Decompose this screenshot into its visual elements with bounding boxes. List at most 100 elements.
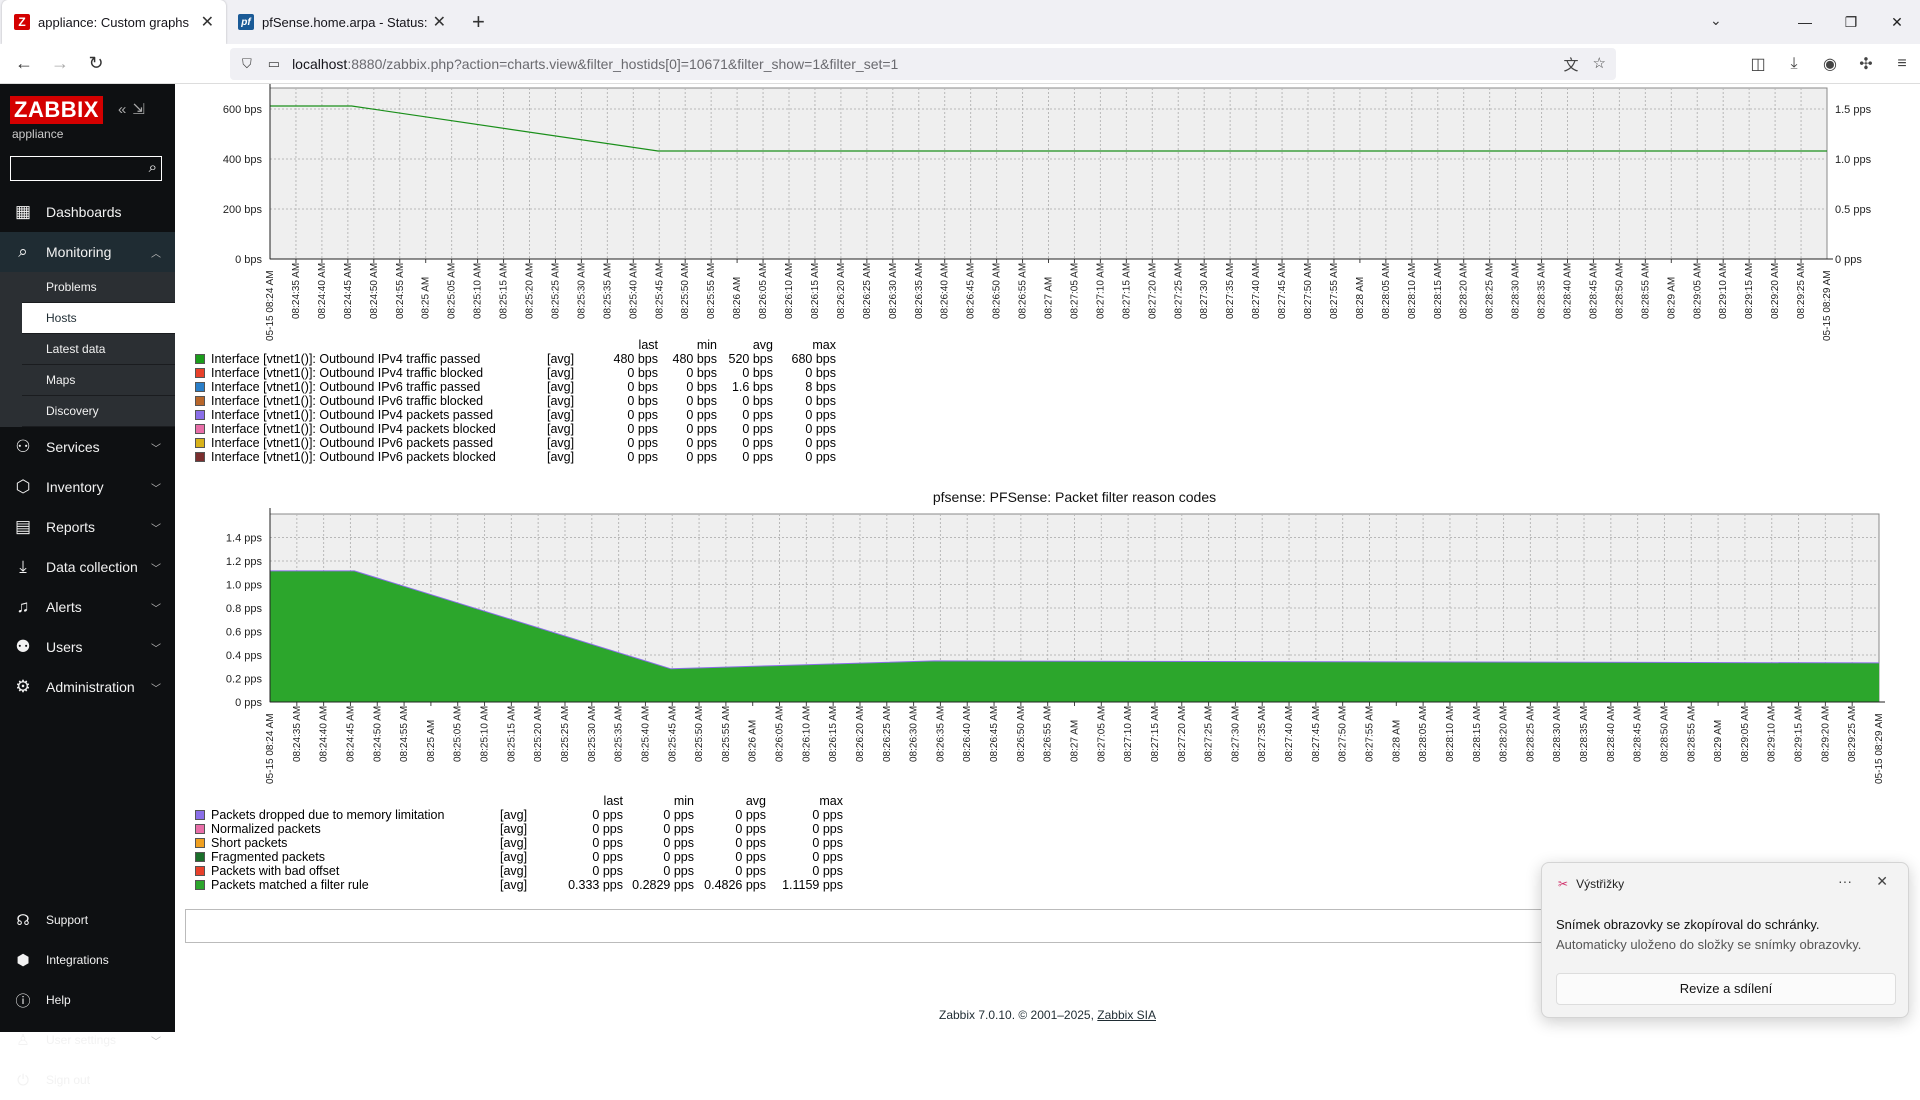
x-tick-label: 08:25:55 AM — [721, 706, 732, 762]
chevron-down-icon: ﹀ — [151, 603, 161, 615]
menu-icon[interactable]: ≡ — [1884, 55, 1920, 73]
x-tick-label: 08:27:40 AM — [1284, 706, 1295, 762]
y-tick-label: 0.2 pps — [226, 674, 263, 686]
legend-value-max: 0 bps — [805, 366, 836, 380]
menu-monitoring[interactable]: ⌕ Monitoring ︿ — [0, 232, 175, 272]
inventory-icon: ⬡ — [15, 477, 31, 496]
x-tick-label: 08:28:50 AM — [1659, 706, 1670, 762]
chevron-down-icon: ﹀ — [151, 523, 161, 535]
x-tick-label: 08:27:15 AM — [1150, 706, 1161, 762]
x-tick-label: 08:29 AM — [1666, 277, 1677, 319]
close-toast-icon[interactable]: ✕ — [1876, 873, 1888, 890]
extensions-icon[interactable]: ✣ — [1848, 54, 1884, 74]
legend-value-max: 0 pps — [812, 822, 843, 836]
x-tick-label: 08:26:05 AM — [758, 263, 769, 319]
support-icon: ☊ — [16, 912, 30, 929]
menu-administration[interactable]: ⚙ Administration ﹀ — [0, 667, 175, 707]
restore-icon[interactable]: ❐ — [1828, 14, 1874, 31]
plot-area: 08:24:35 AM 08:24:40 AM 08:24:45 AM 08:24:5… — [223, 84, 1872, 341]
instance-name: appliance — [12, 127, 64, 141]
browser-tab-pfsense[interactable]: pf pfSense.home.arpa - Status: Da ✕ — [226, 0, 458, 44]
menu-user-settings[interactable]: ♙ User settings ﹀ — [0, 1020, 175, 1060]
x-tick-label: 08:27:05 AM — [1096, 706, 1107, 762]
browser-tab-bar: Z appliance: Custom graphs ✕ pf pfSense.… — [0, 0, 1920, 44]
browser-tab-zabbix[interactable]: Z appliance: Custom graphs ✕ — [2, 0, 226, 44]
menu-dashboards[interactable]: ▦ Dashboards — [0, 192, 175, 232]
y-right-tick-label: 0.5 pps — [1835, 204, 1872, 216]
x-tick-label: 08:28 AM — [1355, 277, 1366, 319]
x-tick-label: 08:28:25 AM — [1485, 263, 1496, 319]
close-tab-icon[interactable]: ✕ — [433, 12, 446, 32]
x-tick-label: 08:27:55 AM — [1329, 263, 1340, 319]
address-bar[interactable]: ⛉ ▭ localhost:8880/zabbix.php?action=cha… — [230, 48, 1616, 80]
legend-series-name: Packets dropped due to memory limitation — [211, 808, 445, 822]
legend-header-cell: max — [812, 338, 836, 352]
x-tick-label: 08:26:40 AM — [940, 263, 951, 319]
legend-swatch — [195, 396, 205, 406]
menu-integrations[interactable]: ⬢ Integrations — [0, 940, 175, 980]
close-tab-icon[interactable]: ✕ — [201, 12, 214, 32]
graph-filter-bar[interactable] — [185, 909, 1715, 943]
submenu-discovery[interactable]: Discovery — [22, 396, 175, 427]
new-tab-button[interactable]: + — [458, 0, 499, 44]
forward-icon[interactable]: → — [42, 53, 78, 74]
bookmark-star-icon[interactable]: ☆ — [1593, 54, 1606, 75]
footer-link[interactable]: Zabbix SIA — [1097, 1008, 1156, 1022]
submenu-maps[interactable]: Maps — [22, 365, 175, 396]
review-share-button[interactable]: Revize a sdílení — [1556, 973, 1896, 1005]
minimize-icon[interactable]: — — [1782, 14, 1828, 30]
x-tick-label: 08:24:45 AM — [343, 263, 354, 319]
x-tick-label: 08:25:50 AM — [694, 706, 705, 762]
x-tick-label: 08:25:15 AM — [506, 706, 517, 762]
download-icon[interactable]: ⤓ — [1776, 55, 1812, 73]
translate-icon[interactable]: 文 — [1564, 54, 1579, 75]
menu-label: Monitoring — [46, 244, 112, 260]
plot-area: 08:24:35 AM 08:24:40 AM 08:24:45 AM 08:24:5… — [226, 489, 1885, 784]
menu-label: Users — [46, 639, 83, 655]
legend-series-name: Interface [vtnet1()]: Outbound IPv4 traf… — [211, 352, 481, 366]
close-window-icon[interactable]: ✕ — [1874, 14, 1920, 31]
x-tick-label: 08:27:10 AM — [1123, 706, 1134, 762]
page-info-icon[interactable]: ▭ — [268, 56, 280, 72]
legend-swatch — [195, 410, 205, 420]
x-tick-label: 08:27:50 AM — [1338, 706, 1349, 762]
menu-users[interactable]: ⚉ Users ﹀ — [0, 627, 175, 667]
submenu-latest-data[interactable]: Latest data — [22, 334, 175, 365]
pocket-icon[interactable]: ◫ — [1740, 54, 1776, 74]
x-tick-label: 08:28:20 AM — [1499, 706, 1510, 762]
legend-value-max: 8 bps — [805, 380, 836, 394]
more-options-icon[interactable]: ··· — [1838, 873, 1852, 889]
reload-icon[interactable]: ↻ — [78, 53, 114, 74]
menu-inventory[interactable]: ⬡ Inventory ﹀ — [0, 467, 175, 507]
legend-swatch — [195, 424, 205, 434]
zabbix-logo[interactable]: ZABBIX — [10, 96, 103, 124]
x-tick-label: 08:27:25 AM — [1173, 263, 1184, 319]
sidebar-toggle-icons[interactable]: «⇲ — [118, 100, 151, 118]
menu-support[interactable]: ☊ Support — [0, 900, 175, 940]
integrations-icon: ⬢ — [16, 952, 30, 969]
x-tick-label: 08:29:10 AM — [1718, 263, 1729, 319]
search-icon[interactable]: ⌕ — [149, 159, 157, 176]
menu-data-collection[interactable]: ⤓ Data collection ﹀ — [0, 547, 175, 587]
menu-reports[interactable]: ▤ Reports ﹀ — [0, 507, 175, 547]
legend-value-max: 0 bps — [805, 394, 836, 408]
x-tick-label: 08:25 AM — [426, 720, 437, 762]
legend-row: Fragmented packets [avg] 0 pps 0 pps 0 pps 0 … — [195, 850, 895, 864]
menu-alerts[interactable]: ♫ Alerts ﹀ — [0, 587, 175, 627]
menu-help[interactable]: ⓘ Help — [0, 980, 175, 1020]
toast-app-name: ✂ Výstřižky — [1558, 877, 1624, 891]
list-tabs-chevron-icon[interactable]: ⌄ — [1710, 12, 1722, 29]
x-tick-label: 08:26:30 AM — [909, 706, 920, 762]
menu-sign-out[interactable]: ⏻ Sign out — [0, 1060, 175, 1100]
back-icon[interactable]: ← — [6, 53, 42, 74]
x-tick-label: 08:26:35 AM — [914, 263, 925, 319]
submenu-problems[interactable]: Problems — [22, 272, 175, 303]
x-tick-label: 08:27:35 AM — [1257, 706, 1268, 762]
search-input[interactable]: ⌕ — [10, 156, 162, 181]
legend-series-name: Packets matched a filter rule — [211, 878, 369, 892]
shield-icon[interactable]: ⛉ — [242, 56, 252, 72]
legend-swatch — [195, 354, 205, 364]
account-icon[interactable]: ◉ — [1812, 54, 1848, 74]
menu-services[interactable]: ⚇ Services ﹀ — [0, 427, 175, 467]
submenu-hosts[interactable]: Hosts — [22, 303, 175, 334]
